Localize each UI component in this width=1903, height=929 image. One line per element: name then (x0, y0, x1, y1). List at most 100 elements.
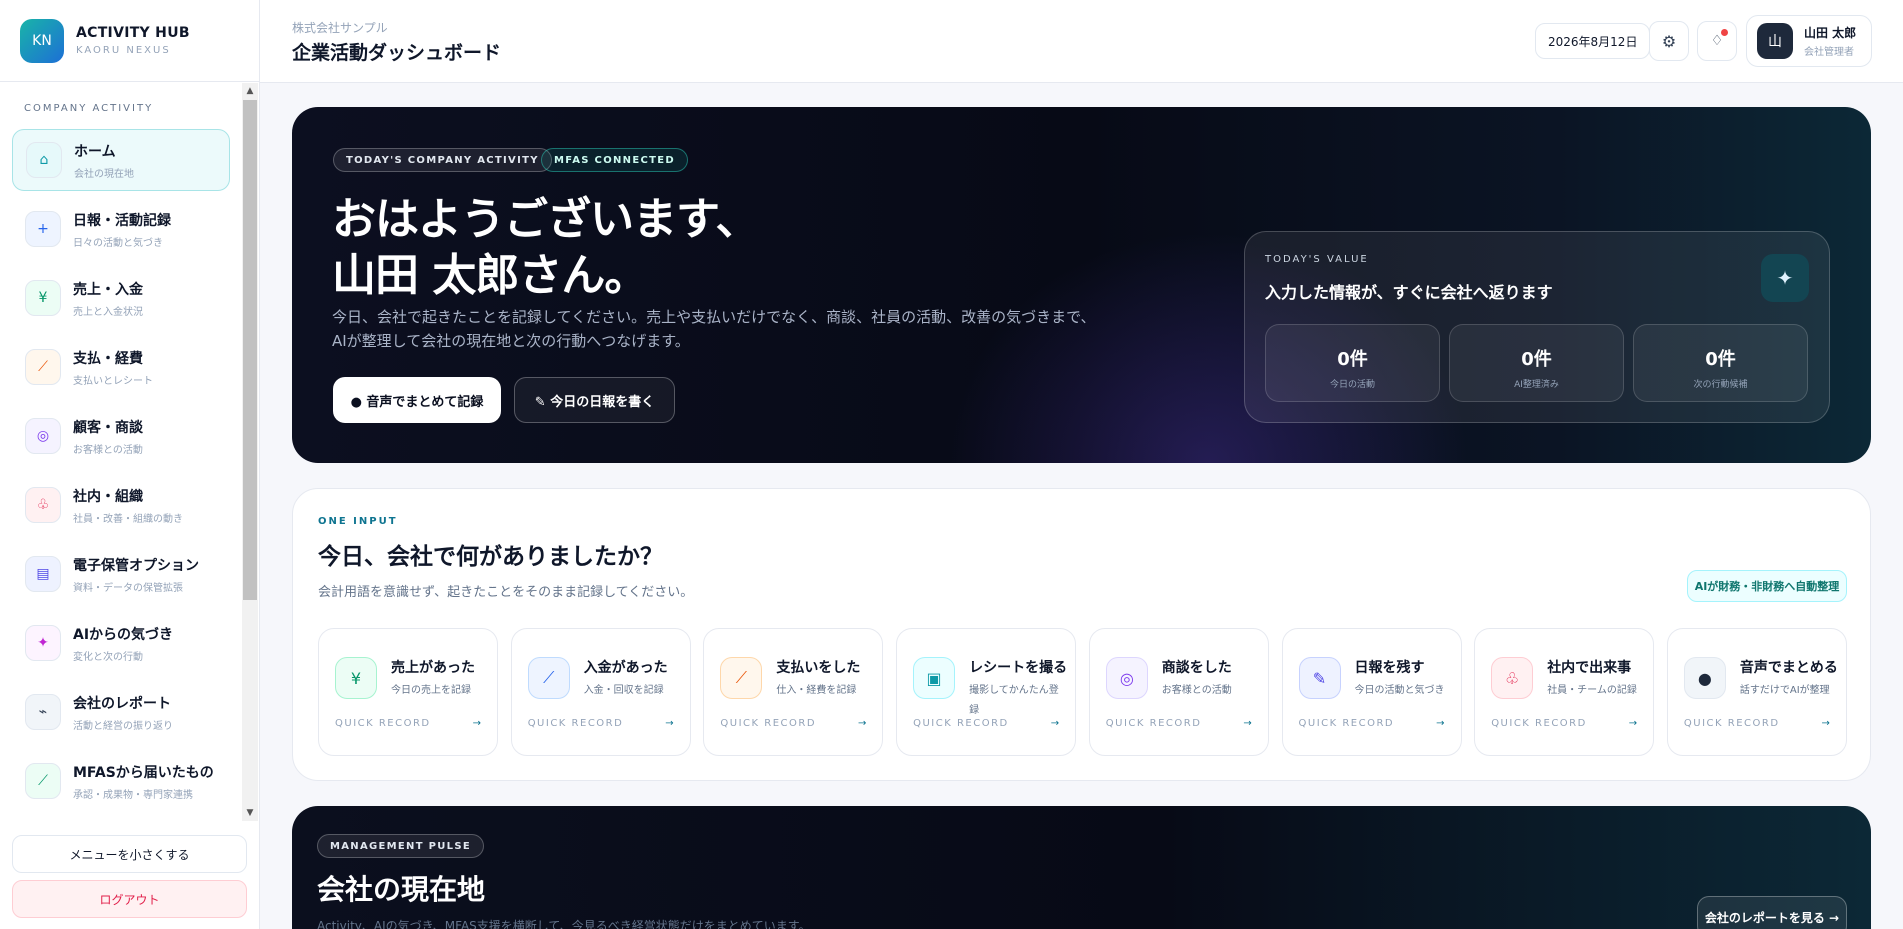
logout-button[interactable]: ログアウト (12, 880, 247, 918)
home-icon: ⌂ (26, 142, 62, 178)
quick-record-card[interactable]: ¥ 売上があった 今日の売上を記録 QUICK RECORD → (318, 628, 498, 756)
sidebar-item[interactable]: ⟋ MFASから届いたもの承認・成果物・専門家連携 (12, 750, 230, 812)
quick-record-title: 音声でまとめる (1739, 660, 1838, 676)
arrow-right-icon: → (1628, 718, 1638, 729)
management-pulse-tag: MANAGEMENT PULSE (317, 834, 484, 858)
notifications-button[interactable]: ♢ (1697, 21, 1737, 61)
one-input-panel: ONE INPUT 今日、会社で何がありましたか？ 会計用語を意識せず、起きたこ… (292, 488, 1871, 781)
sidebar-item-label: 電子保管オプション (73, 557, 199, 574)
quick-record-desc: 仕入・経費を記録 (776, 685, 857, 696)
scroll-down-arrow-icon[interactable]: ▼ (242, 805, 258, 821)
sidebar-item-label: 社内・組織 (73, 488, 143, 505)
sidebar-item-sub: 支払いとレシート (73, 375, 153, 387)
stat-ai-organized: 0件 AI整理済み (1449, 324, 1624, 402)
sidebar-item[interactable]: ♧ 社内・組織 社員・改善・組織の動き (12, 474, 230, 536)
quick-record-card[interactable]: ✎ 日報を残す今日の活動と気づき QUICK RECORD → (1281, 628, 1462, 756)
quick-record-tag: QUICK RECORD (913, 718, 1009, 729)
sidebar-item-label: 会社のレポート (73, 695, 171, 712)
quick-record-desc: 今日の売上を記録 (391, 685, 471, 696)
view-report-button[interactable]: 会社のレポートを見る → (1697, 896, 1847, 929)
quick-record-title: レシートを撮る (969, 660, 1068, 676)
date-display[interactable]: 2026年8月12日 (1535, 23, 1651, 59)
quick-record-desc: 社員・チームの記録 (1547, 685, 1637, 696)
brand-logo: KN (20, 18, 64, 63)
camera-icon: ▣ (913, 657, 956, 699)
quick-record-card[interactable]: ▣ レシートを撮る 撮影してかんたん登録 QUICK RECORD → (896, 628, 1077, 756)
greeting-heading: おはようございます、 山田 太郎さん。 (332, 192, 759, 304)
stat-next-actions: 0件 次の行動候補 (1633, 324, 1808, 402)
quick-record-card[interactable]: ♧ 社内で出来事 社員・チームの記録 QUICK RECORD → (1474, 628, 1655, 756)
quick-record-card[interactable]: ◎ 商談をした お客様との活動 QUICK RECORD → (1088, 628, 1269, 756)
company-name: 株式会社サンプル (292, 21, 388, 35)
greeting-line-2: 山田 太郎さん。 (332, 250, 648, 301)
management-pulse-panel: MANAGEMENT PULSE 会社の現在地 Activity、AIの気づき、… (292, 806, 1871, 929)
sidebar-item-label: AIからの気づき (73, 626, 174, 643)
sidebar-item-label: 日報・活動記録 (73, 212, 171, 229)
page-title: 企業活動ダッシュボード (292, 42, 502, 64)
collapse-menu-button[interactable]: メニューを小さくする (12, 835, 247, 873)
sidebar-item-label: 売上・入金 (73, 281, 143, 298)
sidebar-item[interactable]: + 日報・活動記録日々の活動と気づき (12, 198, 230, 260)
user-menu[interactable]: 山 山田 太郎 会社管理者 (1746, 15, 1872, 67)
sidebar-item-label: 顧客・商談 (73, 419, 143, 436)
todays-activity-pill: TODAY'S COMPANY ACTIVITY (333, 148, 552, 172)
user-role: 会社管理者 (1804, 47, 1854, 58)
stat-activity: 0件 今日の活動 (1265, 324, 1440, 402)
quick-record-desc: 話すだけでAIが整理 (1739, 685, 1830, 696)
brand-title: ACTIVITY HUB (76, 25, 190, 41)
sidebar-item[interactable]: ⟋ 支払・経費 支払いとレシート (12, 336, 230, 398)
quick-record-title: 商談をした (1161, 660, 1232, 676)
sidebar-item-sub: お客様との活動 (73, 444, 143, 456)
stat-value: 0件 (1705, 349, 1736, 370)
sidebar-item-label: ホーム (74, 143, 116, 160)
scroll-up-arrow-icon[interactable]: ▲ (242, 83, 258, 99)
sidebar-item-sub: 日々の活動と気づき (73, 237, 163, 249)
arrow-right-icon: → (1243, 718, 1252, 729)
sidebar-item-sub: 承認・成果物・専門家連携 (73, 789, 193, 801)
quick-record-tag: QUICK RECORD (1683, 718, 1780, 729)
sidebar-item[interactable]: ⌂ ホーム 会社の現在地 (12, 129, 230, 191)
hero-description: 今日、会社で起きたことを記録してください。売上や支払いだけでなく、商談、社員の活… (332, 308, 1096, 350)
meeting-icon: ◎ (1105, 657, 1148, 699)
voice-record-button[interactable]: ● 音声でまとめて記録 (333, 377, 501, 423)
yen-icon: ¥ (25, 280, 61, 316)
quick-record-tag: QUICK RECORD (1491, 718, 1587, 729)
delivery-icon: ⟋ (25, 763, 61, 799)
sparkle-icon: ✦ (25, 625, 61, 661)
sidebar: KN ACTIVITY HUB KAORU NEXUS COMPANY ACTI… (0, 0, 260, 929)
quick-record-card[interactable]: ⟋ 支払いをした 仕入・経費を記録 QUICK RECORD → (703, 628, 884, 756)
brand-subtitle: KAORU NEXUS (76, 45, 171, 56)
stat-value: 0件 (1337, 349, 1368, 370)
brand[interactable]: KN ACTIVITY HUB KAORU NEXUS (0, 0, 259, 82)
hero-panel: TODAY'S COMPANY ACTIVITY MFAS CONNECTED … (292, 107, 1871, 463)
sidebar-item[interactable]: ✦ AIからの気づき 変化と次の行動 (12, 612, 230, 674)
greeting-line-1: おはようございます、 (332, 194, 759, 245)
pencil-icon: ✎ (1298, 657, 1341, 699)
arrow-right-icon: → (1050, 718, 1060, 729)
settings-button[interactable]: ⚙ (1649, 21, 1689, 61)
quick-record-desc: 今日の活動と気づき (1354, 685, 1445, 696)
scrollbar-thumb[interactable] (243, 100, 257, 600)
sparkle-icon: ✦ (1761, 254, 1809, 302)
quick-record-title: 日報を残す (1354, 660, 1425, 676)
sidebar-item[interactable]: ▤ 電子保管オプション 資料・データの保管拡張 (12, 543, 230, 605)
quick-record-title: 入金があった (583, 660, 668, 676)
notification-dot (1721, 29, 1728, 36)
ai-auto-organize-badge: AIが財務・非財務へ自動整理 (1687, 570, 1847, 602)
sidebar-item[interactable]: ◎ 顧客・商談 お客様との活動 (12, 405, 230, 467)
sidebar-item[interactable]: ¥ 売上・入金 売上と入金状況 (12, 267, 230, 329)
quick-record-card[interactable]: ⟋ 入金があった 入金・回収を記録 QUICK RECORD → (510, 628, 691, 756)
sidebar-item-label: MFASから届いたもの (73, 764, 214, 781)
arrow-right-icon: → (1436, 718, 1445, 729)
team-icon: ♧ (1491, 657, 1534, 699)
write-report-button[interactable]: ✎ 今日の日報を書く (514, 377, 675, 423)
sidebar-item[interactable]: ⌁ 会社のレポート 活動と経営の振り返り (12, 681, 230, 743)
sidebar-scrollbar[interactable]: ▲ ▼ (242, 83, 258, 821)
deposit-icon: ⟋ (527, 657, 570, 699)
quick-record-tag: QUICK RECORD (1298, 718, 1395, 729)
quick-record-tag: QUICK RECORD (1105, 718, 1202, 729)
quick-record-tag: QUICK RECORD (720, 718, 817, 729)
todays-value-card: TODAY'S VALUE 入力した情報が、すぐに会社へ返ります ✦ 0件 今日… (1244, 231, 1830, 423)
plus-icon: + (25, 211, 61, 247)
quick-record-card[interactable]: ● 音声でまとめる 話すだけでAIが整理 QUICK RECORD → (1666, 628, 1847, 756)
